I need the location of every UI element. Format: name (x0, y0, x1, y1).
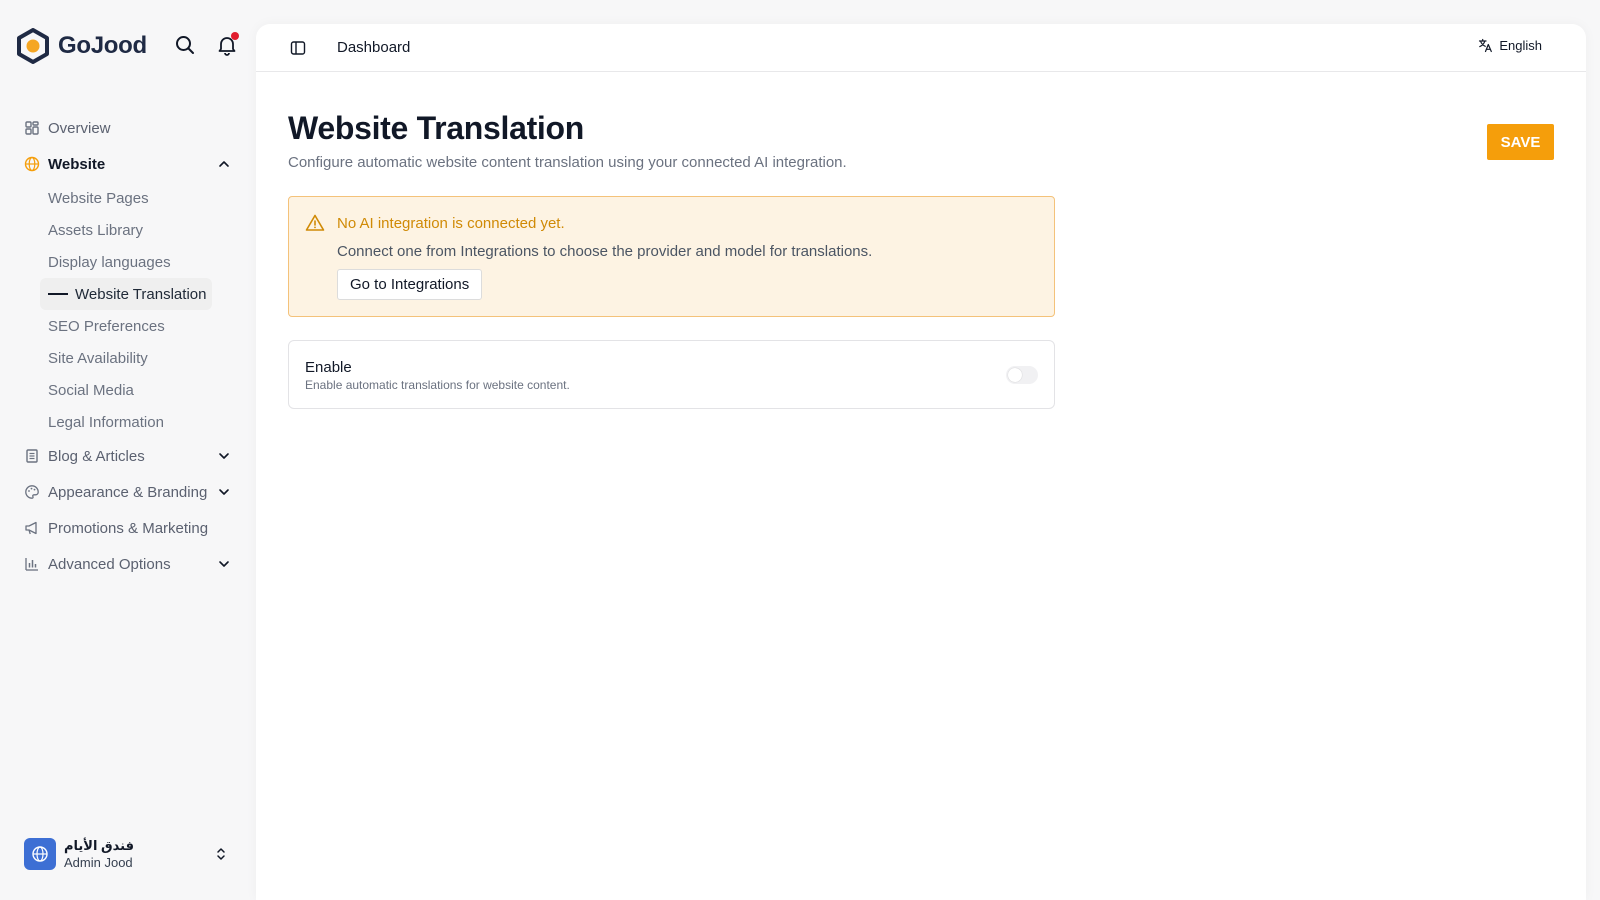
main-panel: Dashboard English Website Translation Co… (256, 24, 1586, 900)
breadcrumb[interactable]: Dashboard (337, 39, 410, 56)
chevron-up-icon (219, 161, 229, 167)
sidebar-item-label: Appearance & Branding (48, 483, 208, 501)
enable-translation-toggle[interactable] (1006, 366, 1038, 384)
sidebar-subitem-legal-information[interactable]: Legal Information (40, 406, 212, 438)
sidebar-item-label: Blog & Articles (48, 447, 145, 465)
brand-logo[interactable]: GoJood (16, 28, 147, 64)
avatar (24, 838, 56, 870)
page-subtitle: Configure automatic website content tran… (288, 154, 847, 171)
palette-icon (24, 484, 40, 500)
chevron-down-icon (219, 453, 229, 459)
globe-icon (32, 846, 48, 862)
brand-name: GoJood (58, 32, 147, 59)
warning-title: No AI integration is connected yet. (337, 215, 565, 232)
website-submenu: Website Pages Assets Library Display lan… (0, 182, 256, 438)
warning-icon (305, 214, 325, 231)
warning-description: Connect one from Integrations to choose … (337, 243, 873, 260)
language-switcher[interactable]: English (1478, 38, 1542, 53)
sidebar-subitem-website-pages[interactable]: Website Pages (40, 182, 212, 214)
sidebar-subitem-website-translation[interactable]: Website Translation (40, 278, 212, 310)
sidebar-item-label: Advanced Options (48, 555, 171, 573)
toggle-knob (1008, 368, 1022, 382)
translate-icon (1479, 38, 1493, 53)
grid-icon (24, 120, 40, 136)
sidebar-item-promotions-marketing[interactable]: Promotions & Marketing (0, 510, 256, 546)
sidebar-subitem-site-availability[interactable]: Site Availability (40, 342, 212, 374)
enable-title: Enable (305, 359, 352, 376)
bell-icon[interactable] (216, 32, 239, 56)
language-label: English (1499, 38, 1542, 53)
sidebar-item-label: Promotions & Marketing (48, 519, 209, 537)
megaphone-icon (24, 520, 40, 536)
chevron-down-icon (219, 489, 229, 495)
gojood-logo-icon (17, 28, 49, 64)
sidebar-subitem-display-languages[interactable]: Display languages (40, 246, 212, 278)
sidebar-nav: Overview Website Website Pages Assets Li… (0, 110, 256, 582)
integration-warning: No AI integration is connected yet. Conn… (288, 196, 1055, 317)
sidebar-subitem-social-media[interactable]: Social Media (40, 374, 212, 406)
account-switcher[interactable]: فندق الأيام Admin Jood (24, 836, 232, 872)
topbar: Dashboard English (256, 24, 1586, 72)
sidebar-item-website[interactable]: Website (0, 146, 256, 182)
sidebar: GoJood Overview Website Website Pages As… (0, 0, 256, 900)
enable-translation-card: Enable Enable automatic translations for… (288, 340, 1055, 409)
sidebar-subitem-assets-library[interactable]: Assets Library (40, 214, 212, 246)
enable-description: Enable automatic translations for websit… (305, 378, 570, 392)
chevrons-up-down-icon (217, 848, 225, 860)
account-name: فندق الأيام (64, 838, 134, 853)
sidebar-toggle-icon[interactable] (290, 40, 306, 56)
sidebar-item-advanced-options[interactable]: Advanced Options (0, 546, 256, 582)
bar-chart-icon (24, 556, 40, 572)
sidebar-item-label: Overview (48, 119, 111, 137)
page-title: Website Translation (288, 110, 585, 146)
document-icon (24, 448, 40, 464)
sidebar-item-overview[interactable]: Overview (0, 110, 256, 146)
search-icon[interactable] (174, 34, 196, 56)
sidebar-item-label: Website (48, 155, 106, 173)
sidebar-item-appearance-branding[interactable]: Appearance & Branding (0, 474, 256, 510)
account-role: Admin Jood (64, 855, 133, 870)
sidebar-subitem-seo-preferences[interactable]: SEO Preferences (40, 310, 212, 342)
sidebar-item-blog-articles[interactable]: Blog & Articles (0, 438, 256, 474)
chevron-down-icon (219, 561, 229, 567)
go-to-integrations-button[interactable]: Go to Integrations (337, 269, 483, 300)
notification-dot (231, 32, 239, 40)
save-button[interactable]: SAVE (1487, 124, 1554, 160)
globe-icon (24, 156, 40, 172)
